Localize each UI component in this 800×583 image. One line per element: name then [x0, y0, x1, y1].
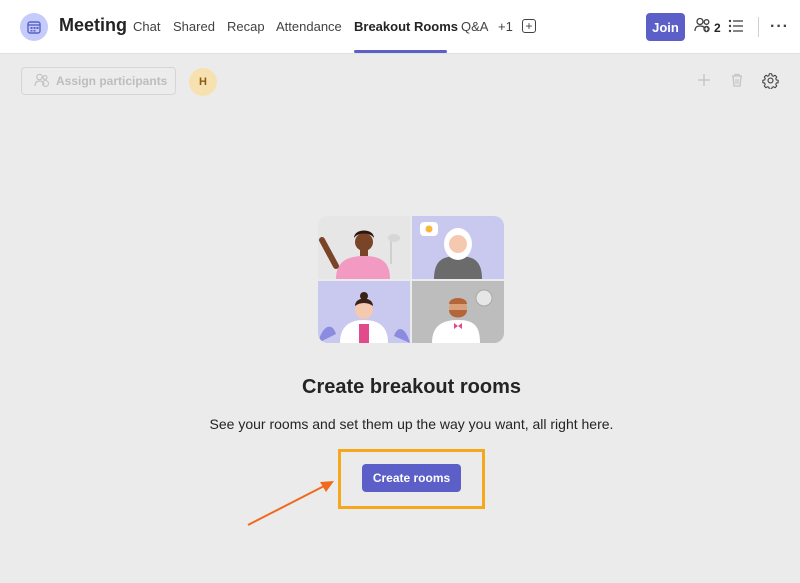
tab-qa[interactable]: Q&A	[461, 19, 488, 34]
tab-recap[interactable]: Recap	[227, 19, 265, 34]
participant-count: 2	[714, 20, 721, 35]
assign-participants-label: Assign participants	[56, 74, 168, 88]
tab-chat[interactable]: Chat	[133, 19, 160, 34]
empty-state-subtitle: See your rooms and set them up the way y…	[209, 416, 614, 432]
trash-icon[interactable]	[729, 72, 745, 93]
tab-shared[interactable]: Shared	[173, 19, 215, 34]
header-divider	[758, 17, 759, 37]
people-icon	[694, 17, 712, 38]
tab-more[interactable]: +1	[498, 19, 513, 34]
join-button[interactable]: Join	[646, 13, 685, 41]
add-icon[interactable]	[696, 72, 712, 93]
breakout-rooms-illustration	[318, 216, 504, 343]
create-rooms-button[interactable]: Create rooms	[362, 464, 461, 492]
avatar[interactable]: H	[189, 68, 217, 96]
app-header: Meeting Chat Shared Recap Attendance Bre…	[0, 0, 800, 54]
calendar-icon	[20, 13, 48, 41]
empty-state-title: Create breakout rooms	[302, 376, 521, 398]
assign-people-icon	[34, 73, 50, 90]
tab-attendance[interactable]: Attendance	[276, 19, 342, 34]
tab-breakout-rooms[interactable]: Breakout Rooms	[354, 19, 458, 34]
active-tab-indicator	[354, 50, 447, 53]
page-title: Meeting	[59, 15, 128, 35]
settings-icon[interactable]	[762, 72, 779, 94]
list-icon[interactable]	[728, 18, 744, 39]
pointer-arrow-icon	[240, 470, 340, 535]
more-icon[interactable]: ···	[770, 18, 789, 36]
assign-participants-button[interactable]: Assign participants	[21, 67, 176, 95]
add-tab-icon[interactable]: +	[522, 19, 536, 33]
participants-button[interactable]: 2	[694, 17, 721, 38]
